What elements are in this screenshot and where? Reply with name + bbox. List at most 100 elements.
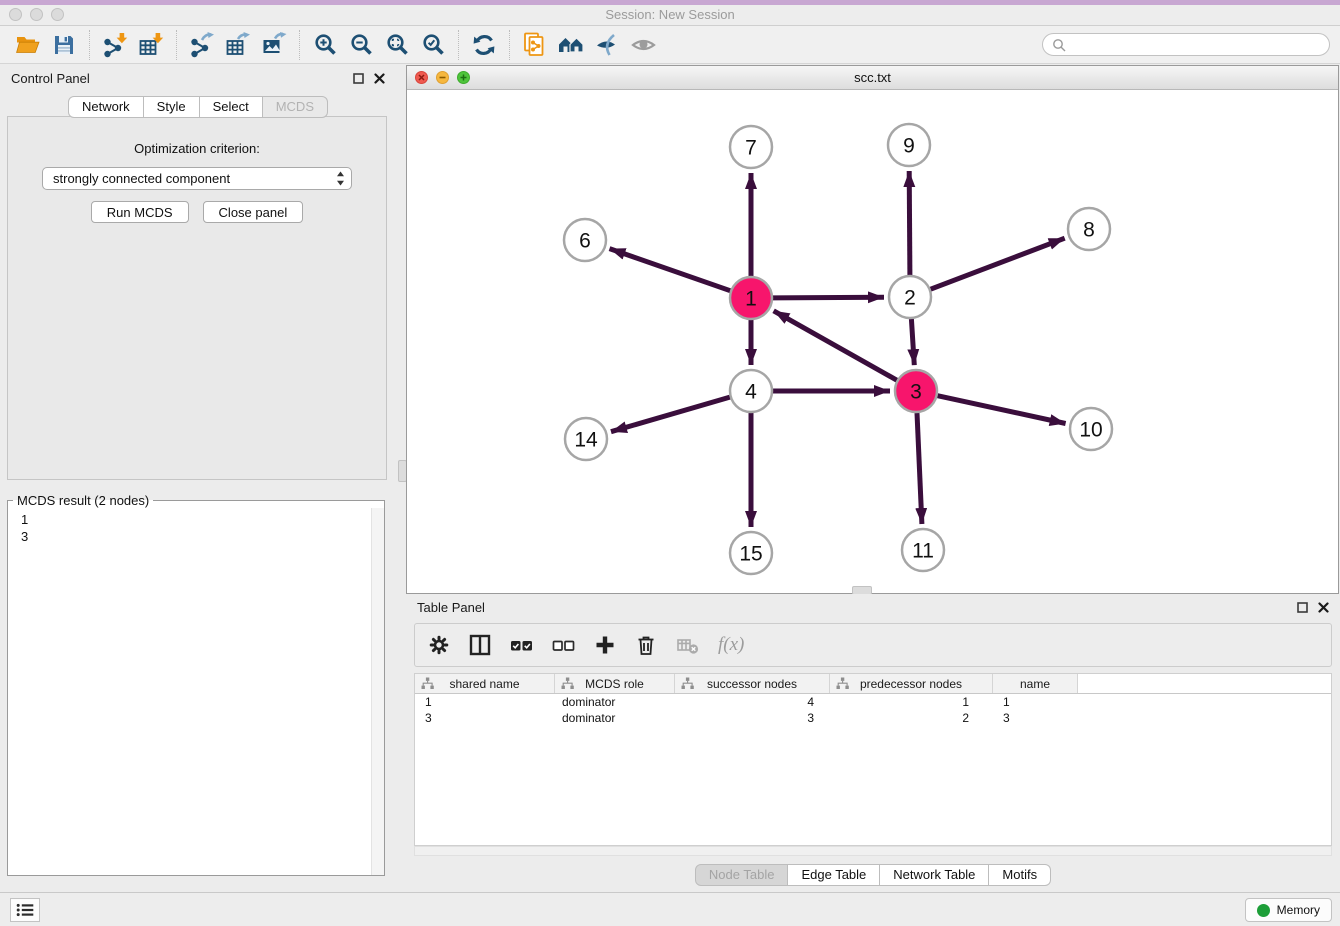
cell-successor-nodes[interactable]: 3 [675, 711, 830, 725]
cell-shared-name[interactable]: 1 [415, 695, 555, 709]
tab-network[interactable]: Network [68, 96, 144, 118]
settings-gear-icon[interactable] [428, 634, 450, 656]
graph-edge-2-8[interactable] [931, 238, 1065, 289]
apply-layout-icon[interactable] [466, 29, 502, 61]
float-panel-icon[interactable] [353, 73, 364, 84]
export-image-icon[interactable] [256, 29, 292, 61]
graph-node-1[interactable]: 1 [730, 277, 772, 319]
tab-mcds[interactable]: MCDS [263, 96, 328, 118]
task-history-button[interactable] [10, 898, 40, 922]
attribute-tree-icon [681, 677, 694, 690]
control-panel: Control Panel Network Style Select MCDS … [0, 65, 396, 892]
graph-edge-2-9[interactable] [909, 171, 910, 275]
tab-select[interactable]: Select [200, 96, 263, 118]
close-panel-icon[interactable] [1318, 602, 1329, 613]
open-session-icon[interactable] [10, 29, 46, 61]
function-builder-icon[interactable]: f(x) [718, 634, 744, 656]
hide-selected-icon[interactable] [589, 29, 625, 61]
mcds-result-item[interactable]: 3 [21, 528, 384, 545]
show-column-panel-icon[interactable] [469, 634, 491, 656]
cell-shared-name[interactable]: 3 [415, 711, 555, 725]
graph-node-10[interactable]: 10 [1070, 408, 1112, 450]
tab-edge-table[interactable]: Edge Table [788, 864, 880, 886]
svg-text:15: 15 [739, 543, 762, 566]
network-window-titlebar[interactable]: scc.txt [407, 66, 1338, 90]
search-input[interactable] [1072, 36, 1320, 53]
network-maximize-button[interactable] [457, 71, 470, 84]
cell-name[interactable]: 1 [993, 695, 1078, 709]
graph-node-3[interactable]: 3 [895, 370, 937, 412]
graph-edge-4-14[interactable] [611, 397, 730, 432]
window-title: Session: New Session [0, 7, 1340, 22]
column-header-mcds-role[interactable]: MCDS role [555, 674, 675, 693]
close-panel-button[interactable]: Close panel [203, 201, 304, 223]
tab-node-table[interactable]: Node Table [695, 864, 789, 886]
mcds-result-list[interactable]: 1 3 [8, 508, 384, 545]
delete-table-icon[interactable] [676, 634, 699, 656]
zoom-selected-icon[interactable] [415, 29, 451, 61]
zoom-in-icon[interactable] [307, 29, 343, 61]
svg-text:2: 2 [904, 287, 916, 310]
graph-edge-1-2[interactable] [773, 297, 884, 298]
show-all-icon[interactable] [625, 29, 661, 61]
network-minimize-button[interactable] [436, 71, 449, 84]
graph-edge-3-10[interactable] [938, 396, 1066, 424]
export-network-icon[interactable] [184, 29, 220, 61]
graph-edge-1-6[interactable] [610, 249, 731, 291]
tab-motifs[interactable]: Motifs [989, 864, 1051, 886]
graph-edge-3-11[interactable] [917, 413, 922, 524]
column-header-successor-nodes[interactable]: successor nodes [675, 674, 830, 693]
deselect-all-icon[interactable] [552, 634, 575, 656]
tab-style[interactable]: Style [144, 96, 200, 118]
graph-node-15[interactable]: 15 [730, 532, 772, 574]
table-row[interactable]: 1 dominator 4 1 1 [415, 694, 1331, 710]
graph-edge-2-3[interactable] [911, 319, 914, 365]
control-panel-title: Control Panel [11, 71, 90, 86]
cell-successor-nodes[interactable]: 4 [675, 695, 830, 709]
column-header-shared-name[interactable]: shared name [415, 674, 555, 693]
table-row[interactable]: 3 dominator 3 2 3 [415, 710, 1331, 726]
import-table-icon[interactable] [133, 29, 169, 61]
graph-node-8[interactable]: 8 [1068, 208, 1110, 250]
save-session-icon[interactable] [46, 29, 82, 61]
first-neighbors-icon[interactable] [553, 29, 589, 61]
zoom-out-icon[interactable] [343, 29, 379, 61]
run-mcds-button[interactable]: Run MCDS [91, 201, 189, 223]
zoom-fit-icon[interactable] [379, 29, 415, 61]
table-panel-title: Table Panel [417, 600, 485, 615]
export-table-icon[interactable] [220, 29, 256, 61]
graph-node-7[interactable]: 7 [730, 126, 772, 168]
close-panel-icon[interactable] [374, 73, 385, 84]
network-close-button[interactable] [415, 71, 428, 84]
window-titlebar: Session: New Session [0, 5, 1340, 26]
memory-button[interactable]: Memory [1245, 898, 1332, 922]
cell-predecessor-nodes[interactable]: 2 [830, 711, 993, 725]
select-all-icon[interactable] [510, 634, 533, 656]
attribute-tree-icon [561, 677, 574, 690]
delete-column-icon[interactable] [635, 634, 657, 656]
cell-predecessor-nodes[interactable]: 1 [830, 695, 993, 709]
import-network-icon[interactable] [97, 29, 133, 61]
graph-node-9[interactable]: 9 [888, 124, 930, 166]
graph-node-11[interactable]: 11 [902, 529, 944, 571]
graph-node-14[interactable]: 14 [565, 418, 607, 460]
graph-edge-3-1[interactable] [774, 311, 897, 380]
tab-network-table[interactable]: Network Table [880, 864, 989, 886]
cell-mcds-role[interactable]: dominator [555, 695, 675, 709]
cell-mcds-role[interactable]: dominator [555, 711, 675, 725]
table-horizontal-scrollbar[interactable] [414, 846, 1332, 856]
optimization-criterion-select[interactable]: strongly connected component [42, 167, 352, 190]
column-header-name[interactable]: name [993, 674, 1078, 693]
add-column-icon[interactable] [594, 634, 616, 656]
graph-node-4[interactable]: 4 [730, 370, 772, 412]
result-scrollbar[interactable] [371, 508, 384, 875]
mcds-result-item[interactable]: 1 [21, 511, 384, 528]
graph-node-6[interactable]: 6 [564, 219, 606, 261]
network-graph-canvas[interactable]: 7 9 6 8 1 2 4 3 14 10 15 11 [407, 90, 1338, 594]
toolbar-separator [89, 30, 90, 60]
column-header-predecessor-nodes[interactable]: predecessor nodes [830, 674, 993, 693]
cell-name[interactable]: 3 [993, 711, 1078, 725]
new-network-from-selection-icon[interactable] [517, 29, 553, 61]
graph-node-2[interactable]: 2 [889, 276, 931, 318]
float-panel-icon[interactable] [1297, 602, 1308, 613]
